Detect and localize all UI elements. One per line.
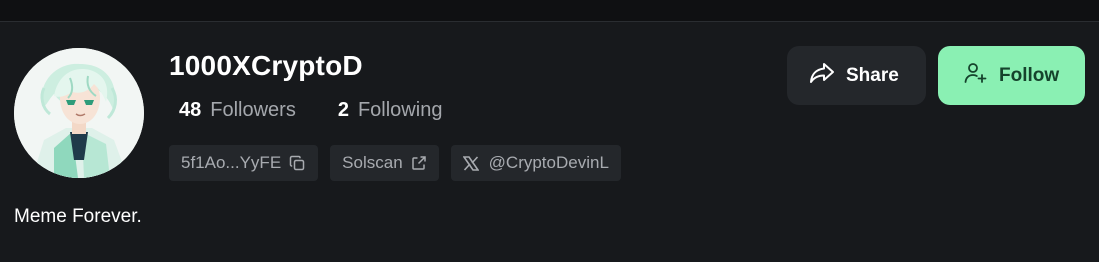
x-logo-icon — [462, 155, 479, 171]
wallet-address: 5f1Ao...YyFE — [181, 153, 282, 172]
follow-button[interactable]: Follow — [938, 46, 1085, 105]
profile-header: 1000XCryptoD 48 Followers 2 Following 5f… — [0, 22, 1099, 262]
username: 1000XCryptoD — [169, 50, 363, 81]
following-count: 2 — [337, 99, 349, 121]
solscan-link[interactable]: Solscan — [330, 145, 439, 181]
profile-stats: 48 Followers 2 Following — [179, 99, 442, 122]
twitter-link[interactable]: @CryptoDevinL — [450, 145, 621, 181]
following-label: Following — [357, 99, 443, 121]
profile-links: 5f1Ao...YyFE Solscan @CryptoDevinL — [169, 145, 621, 181]
followers-label: Followers — [210, 99, 296, 121]
copy-icon[interactable] — [289, 155, 306, 172]
follow-label: Follow — [999, 64, 1060, 86]
wallet-address-chip[interactable]: 5f1Ao...YyFE — [169, 145, 319, 181]
followers-stat[interactable]: 48 Followers — [179, 99, 296, 122]
avatar-image — [14, 48, 144, 178]
external-link-icon — [411, 155, 427, 171]
following-stat[interactable]: 2 Following — [338, 99, 443, 122]
solscan-label: Solscan — [342, 153, 403, 172]
top-bar — [0, 0, 1099, 22]
avatar[interactable] — [14, 48, 144, 178]
user-plus-icon — [963, 61, 987, 91]
twitter-handle: @CryptoDevinL — [488, 153, 609, 172]
share-label: Share — [846, 64, 899, 86]
share-button[interactable]: Share — [787, 46, 926, 105]
followers-count: 48 — [179, 99, 202, 121]
profile-bio: Meme Forever. — [14, 206, 142, 227]
share-icon — [809, 62, 835, 90]
